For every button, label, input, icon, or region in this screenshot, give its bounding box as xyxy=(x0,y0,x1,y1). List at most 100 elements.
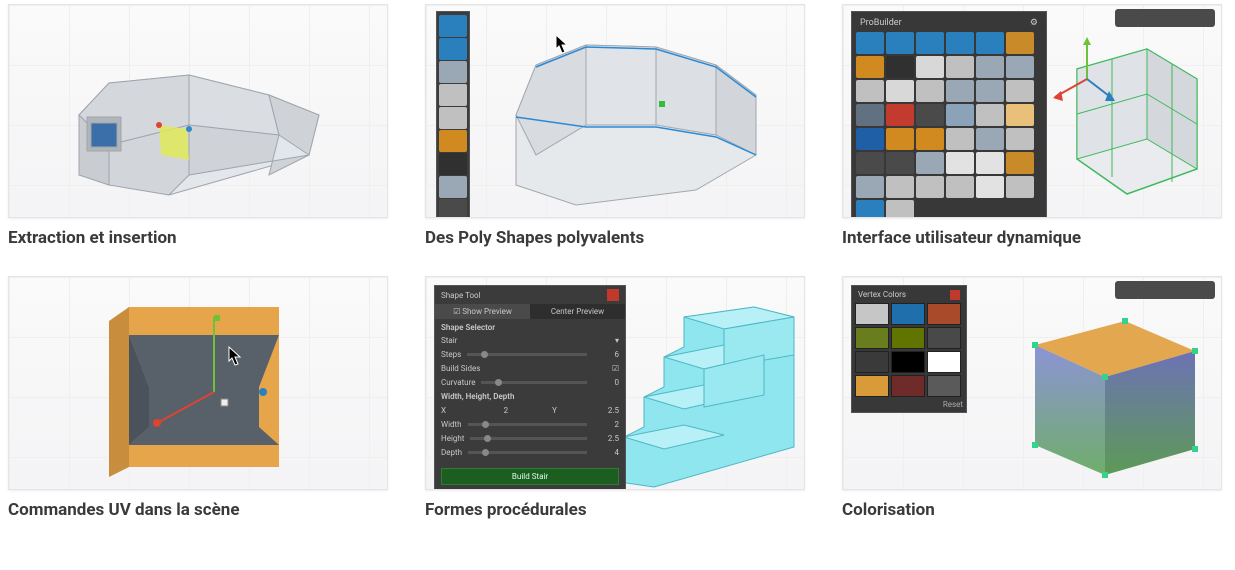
tool-icon[interactable] xyxy=(886,32,914,54)
probuilder-icon-grid[interactable] xyxy=(856,32,1042,218)
thumb-colorize: Vertex Colors Reset xyxy=(842,276,1222,490)
tool-icon[interactable] xyxy=(916,80,944,102)
tool-icon[interactable] xyxy=(1006,80,1034,102)
color-swatch[interactable] xyxy=(855,303,889,325)
tool-icon[interactable] xyxy=(916,104,944,126)
mesh-illustration xyxy=(9,5,388,218)
panel-title: ProBuilder xyxy=(860,18,902,28)
tool-icon[interactable] xyxy=(976,32,1004,54)
shape-tool-panel[interactable]: Shape Tool ☑ Show Preview Center Preview… xyxy=(434,285,626,490)
tool-icon[interactable] xyxy=(946,32,974,54)
cursor-icon xyxy=(556,35,567,53)
tool-icon[interactable] xyxy=(886,128,914,150)
tool-icon[interactable] xyxy=(886,104,914,126)
tool-icon[interactable] xyxy=(946,56,974,78)
poly-shape-illustration xyxy=(426,5,805,218)
tool-icon[interactable] xyxy=(916,176,944,198)
tool-icon[interactable] xyxy=(886,152,914,174)
section-label: Shape Selector xyxy=(441,323,619,332)
thumb-extraction xyxy=(8,4,388,218)
tool-icon[interactable] xyxy=(916,152,944,174)
color-swatch[interactable] xyxy=(927,303,961,325)
thumb-uv-scene xyxy=(8,276,388,490)
color-swatch[interactable] xyxy=(855,375,889,397)
cube-illustration xyxy=(1037,19,1217,209)
color-swatch[interactable] xyxy=(891,303,925,325)
tool-icon[interactable] xyxy=(916,32,944,54)
uv-mesh-illustration xyxy=(9,277,388,490)
color-swatch[interactable] xyxy=(927,327,961,349)
tool-icon[interactable] xyxy=(856,104,884,126)
tool-icon[interactable] xyxy=(886,176,914,198)
tool-icon[interactable] xyxy=(946,152,974,174)
color-swatch[interactable] xyxy=(855,351,889,373)
tool-icon[interactable] xyxy=(1006,32,1034,54)
color-swatch[interactable] xyxy=(927,375,961,397)
thumb-polyshape xyxy=(425,4,805,218)
tab-center-preview[interactable]: Center Preview xyxy=(530,304,625,319)
tool-icon[interactable] xyxy=(916,56,944,78)
feature-card: Extraction et insertion xyxy=(8,4,388,248)
color-swatch[interactable] xyxy=(927,351,961,373)
tool-icon[interactable] xyxy=(856,200,884,218)
tool-icon[interactable] xyxy=(976,152,1004,174)
feature-card: Shape Tool ☑ Show Preview Center Preview… xyxy=(425,276,805,520)
color-swatch[interactable] xyxy=(891,375,925,397)
tool-icon[interactable] xyxy=(856,128,884,150)
probuilder-panel[interactable]: ProBuilder ⚙ xyxy=(851,11,1047,218)
colored-cube-illustration xyxy=(965,285,1222,490)
feature-caption: Des Poly Shapes polyvalents xyxy=(425,228,805,248)
depth-slider[interactable] xyxy=(468,451,587,454)
feature-caption: Formes procédurales xyxy=(425,500,805,520)
feature-caption: Commandes UV dans la scène xyxy=(8,500,388,520)
tool-icon[interactable] xyxy=(916,128,944,150)
tool-icon[interactable] xyxy=(1006,128,1034,150)
tool-icon[interactable] xyxy=(976,176,1004,198)
close-icon[interactable] xyxy=(950,290,960,300)
tool-icon[interactable] xyxy=(886,56,914,78)
feature-caption: Interface utilisateur dynamique xyxy=(842,228,1222,248)
tool-icon[interactable] xyxy=(886,200,914,218)
tool-icon[interactable] xyxy=(976,104,1004,126)
tool-icon[interactable] xyxy=(856,176,884,198)
color-swatch[interactable] xyxy=(891,351,925,373)
tool-icon[interactable] xyxy=(946,128,974,150)
color-swatch[interactable] xyxy=(855,327,889,349)
thumb-procedural: Shape Tool ☑ Show Preview Center Preview… xyxy=(425,276,805,490)
build-button[interactable]: Build Stair xyxy=(441,468,619,485)
shape-name[interactable]: Stair xyxy=(441,336,457,345)
tool-icon[interactable] xyxy=(856,56,884,78)
color-swatch-grid[interactable] xyxy=(855,303,963,397)
tool-icon[interactable] xyxy=(856,80,884,102)
tool-icon[interactable] xyxy=(976,128,1004,150)
feature-caption: Colorisation xyxy=(842,500,1222,520)
tool-icon[interactable] xyxy=(856,152,884,174)
panel-title: Shape Tool xyxy=(441,291,481,300)
tool-icon[interactable] xyxy=(1006,104,1034,126)
vertex-colors-panel[interactable]: Vertex Colors Reset xyxy=(851,285,967,413)
tool-icon[interactable] xyxy=(1006,152,1034,174)
feature-card: Vertex Colors Reset Colorisation xyxy=(842,276,1222,520)
height-slider[interactable] xyxy=(470,437,587,440)
color-swatch[interactable] xyxy=(891,327,925,349)
feature-card: Des Poly Shapes polyvalents xyxy=(425,4,805,248)
curvature-slider[interactable] xyxy=(481,381,587,384)
tool-icon[interactable] xyxy=(1006,176,1034,198)
tool-icon[interactable] xyxy=(976,56,1004,78)
feature-card: ProBuilder ⚙ Interface ut xyxy=(842,4,1222,248)
shape-selector-section: Shape Selector Stair▾ Steps6 Build Sides… xyxy=(435,319,625,464)
close-icon[interactable] xyxy=(607,289,619,301)
reset-button[interactable]: Reset xyxy=(855,397,963,409)
tool-icon[interactable] xyxy=(976,80,1004,102)
steps-slider[interactable] xyxy=(467,353,587,356)
tab-show-preview[interactable]: ☑ Show Preview xyxy=(435,304,530,319)
tool-icon[interactable] xyxy=(856,32,884,54)
tool-icon[interactable] xyxy=(1006,56,1034,78)
feature-card: Commandes UV dans la scène xyxy=(8,276,388,520)
width-slider[interactable] xyxy=(468,423,587,426)
tool-icon[interactable] xyxy=(946,80,974,102)
tool-icon[interactable] xyxy=(886,80,914,102)
tool-icon[interactable] xyxy=(946,176,974,198)
build-sides-checkbox[interactable]: ☑ xyxy=(612,364,619,373)
tool-icon[interactable] xyxy=(946,104,974,126)
